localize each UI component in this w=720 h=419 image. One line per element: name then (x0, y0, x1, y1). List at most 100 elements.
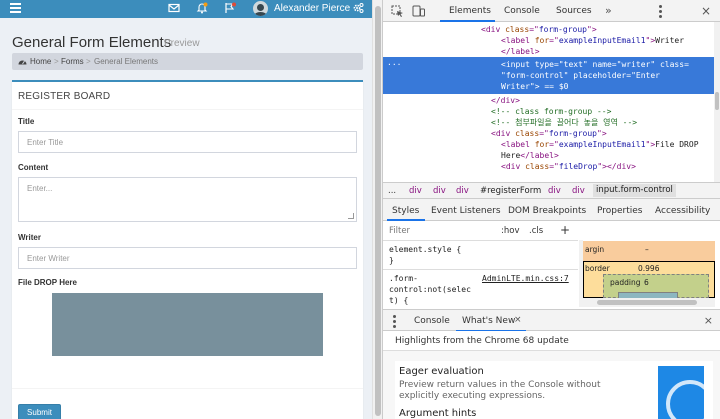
flag-icon[interactable] (224, 2, 236, 14)
close-devtools-icon[interactable]: × (701, 4, 711, 18)
breadcrumb-current: General Elements (94, 57, 159, 66)
tab-sources[interactable]: Sources (556, 6, 592, 16)
devtools-tabbar: Elements Console Sources » × (383, 0, 720, 22)
crumb-div-1[interactable]: div (409, 186, 422, 196)
styles-rules: element.style { } .form- AdminLTE.min.cs… (383, 241, 578, 307)
rule-selector-line-2[interactable]: control:not(selec (389, 285, 471, 294)
dom-node-line[interactable]: <!-- 첨부파일을 끌어다 놓을 영역 --> (491, 117, 637, 128)
box-title: REGISTER BOARD (18, 91, 111, 102)
close-drawer-icon[interactable]: × (704, 314, 713, 327)
dom-node-line[interactable]: Writer"> == $0 (501, 81, 568, 92)
user-name[interactable]: Alexander Pierce (274, 3, 350, 14)
register-board-box: REGISTER BOARD Title Enter Title Content… (12, 80, 363, 419)
drawer-tabbar: Console What's New × × (383, 309, 720, 332)
more-tabs-button[interactable]: » (605, 4, 612, 17)
title-label: Title (18, 117, 35, 126)
close-tab-icon[interactable]: × (514, 315, 522, 325)
dom-node-line[interactable]: <div class="fileDrop"></div> (501, 161, 636, 172)
whats-new-card[interactable]: Eager evaluation Preview return values i… (395, 361, 713, 419)
breadcrumb-home[interactable]: Home (30, 57, 51, 66)
dom-node-line[interactable]: "form-control" placeholder="Enter (501, 70, 660, 81)
element-style-close: } (389, 256, 394, 265)
dom-node-line[interactable]: <label for="exampleInputEmail1">File DRO… (501, 139, 699, 150)
dom-node-line[interactable]: <div class="form-group"> (491, 128, 607, 139)
rule-selector-line-1[interactable]: .form- (389, 274, 418, 283)
whats-new-panel: Highlights from the Chrome 68 update Eag… (383, 331, 720, 419)
crumb-div-3[interactable]: div (456, 186, 469, 196)
device-toolbar-icon[interactable] (412, 5, 425, 17)
crumb-current-input[interactable]: input.form-control (593, 184, 676, 197)
hover-state-toggle[interactable]: :hov (501, 226, 519, 236)
top-navbar: Alexander Pierce (0, 0, 372, 18)
dom-node-line[interactable]: </div> (491, 95, 520, 106)
submit-button[interactable]: Submit (18, 404, 61, 419)
admin-page: Alexander Pierce General Form Elements P… (0, 0, 372, 419)
box-model-scrollbar[interactable] (583, 298, 715, 307)
margin-label: argin (585, 245, 605, 254)
tab-console[interactable]: Console (504, 6, 540, 16)
title-input[interactable]: Enter Title (18, 131, 357, 153)
drawer-tab-whats-new[interactable]: What's New (462, 316, 515, 326)
class-toggle[interactable]: .cls (529, 226, 543, 236)
crumb-div-4[interactable]: div (548, 186, 561, 196)
styles-filter-input[interactable]: Filter (389, 226, 410, 236)
feature-image (658, 366, 704, 419)
settings-menu-icon[interactable] (659, 5, 662, 20)
elements-scrollbar[interactable] (714, 22, 720, 182)
envelope-icon[interactable] (168, 2, 180, 14)
writer-input[interactable]: Enter Writer (18, 247, 357, 269)
devtools-panel: Elements Console Sources » × ··· <input … (382, 0, 720, 419)
element-style-open[interactable]: element.style { (389, 245, 461, 254)
drawer-menu-icon[interactable] (393, 315, 396, 330)
styles-tabbar: Styles Event Listeners DOM Breakpoints P… (383, 199, 720, 221)
screen: Alexander Pierce General Form Elements P… (0, 0, 720, 419)
tab-elements[interactable]: Elements (449, 6, 491, 16)
inspect-element-icon[interactable] (391, 5, 404, 17)
box-model-diagram: argin – border 0.996 padding 6 (583, 241, 715, 298)
page-subtitle: Preview (164, 38, 200, 49)
content-textarea[interactable]: Enter... (18, 177, 357, 222)
feature-description: Preview return values in the Console wit… (399, 380, 601, 401)
dom-node-line[interactable]: <div class="form-group"> (481, 24, 597, 35)
breadcrumb-forms[interactable]: Forms (61, 57, 84, 66)
feature-title-2: Argument hints (399, 408, 477, 419)
dom-node-line[interactable]: </label> (501, 46, 540, 57)
dashboard-icon (18, 60, 27, 65)
file-drop-zone[interactable] (52, 293, 323, 356)
file-drop-label: File DROP Here (18, 278, 77, 287)
margin-value[interactable]: – (645, 245, 649, 254)
elements-dom-tree[interactable]: ··· <input type="text" name="writer" cla… (383, 22, 720, 182)
rule-source-link[interactable]: AdminLTE.min.css:7 (482, 274, 569, 283)
crumb-div-2[interactable]: div (433, 186, 446, 196)
dom-node-line[interactable]: <input type="text" name="writer" class= (501, 59, 689, 70)
page-title: General Form Elements (12, 34, 172, 51)
dom-node-line[interactable]: Here</label> (501, 150, 559, 161)
user-avatar[interactable] (253, 1, 268, 16)
padding-value[interactable]: 6 (644, 278, 649, 287)
dom-breadcrumbs: ... div div div #registerForm div div in… (383, 182, 720, 199)
tab-properties[interactable]: Properties (597, 206, 642, 216)
dom-node-line[interactable]: <!-- class form-group --> (491, 106, 611, 117)
crumb-register-form[interactable]: #registerForm (480, 186, 541, 196)
drawer-tab-console[interactable]: Console (414, 316, 450, 326)
crumb-div-5[interactable]: div (572, 186, 585, 196)
sidebar-toggle-icon[interactable] (10, 3, 21, 13)
border-label: border (585, 264, 610, 273)
styles-filter-bar: Filter :hov .cls + (383, 221, 578, 241)
page-scrollbar[interactable] (372, 0, 382, 419)
content-label: Content (18, 163, 49, 172)
new-style-rule-icon[interactable]: + (560, 223, 570, 237)
tab-event-listeners[interactable]: Event Listeners (431, 206, 501, 216)
dom-node-line[interactable]: <label for="exampleInputEmail1">Writer (501, 35, 684, 46)
tab-styles[interactable]: Styles (392, 206, 419, 216)
padding-label: padding (610, 278, 641, 287)
selected-node-row[interactable]: ··· <input type="text" name="writer" cla… (383, 57, 715, 94)
crumb-ellipsis[interactable]: ... (388, 186, 396, 196)
bell-icon[interactable] (196, 2, 208, 14)
node-actions-icon[interactable]: ··· (387, 60, 401, 69)
tab-dom-breakpoints[interactable]: DOM Breakpoints (508, 206, 586, 216)
gears-icon[interactable] (352, 2, 364, 14)
rule-selector-line-3[interactable]: t) { (389, 296, 408, 305)
tab-accessibility[interactable]: Accessibility (655, 206, 710, 216)
border-value[interactable]: 0.996 (638, 264, 659, 273)
